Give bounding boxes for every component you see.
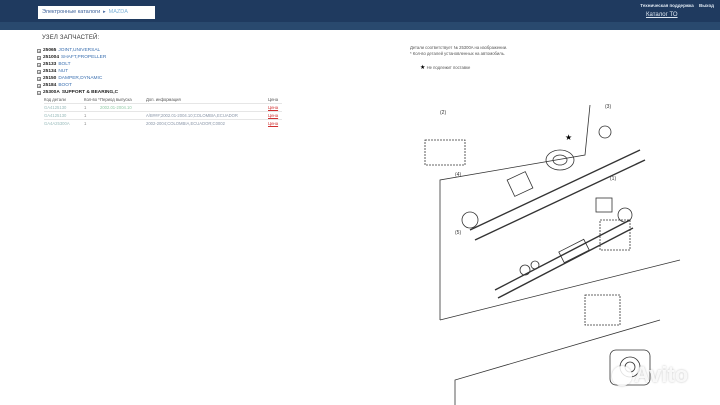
tree-item-name[interactable]: JOINT,UNIVERSAL [58, 47, 100, 54]
header-quantity: Кол-во * [84, 97, 100, 102]
note-line: * Кол-во деталей установленных на автомо… [410, 51, 506, 56]
tree-item-code: 25134 [43, 69, 57, 74]
quantity: 1 [84, 121, 87, 126]
propeller-shaft-upper [469, 149, 641, 231]
collapse-icon[interactable]: − [37, 90, 41, 95]
callout-label[interactable]: (3) [605, 104, 611, 110]
tree-item-code: 25300A [43, 90, 60, 95]
part-number[interactable]: GA4A25300A [44, 121, 84, 126]
callout-box [599, 219, 631, 251]
ring [519, 264, 531, 276]
tree-item[interactable]: +25065 JOINT,UNIVERSAL [37, 47, 118, 54]
quantity: 1 [84, 113, 87, 118]
table-header: Код детали Кол-во * Период выпуска Доп. … [44, 96, 282, 103]
callout-label[interactable]: (4) [455, 172, 461, 178]
avito-watermark: Avito [612, 362, 688, 388]
expand-icon[interactable]: + [37, 62, 41, 67]
tree-item[interactable]: +25133 BOLT [37, 61, 118, 68]
tree-item-code: 251004 [43, 55, 60, 60]
callout-box [424, 139, 466, 166]
legend: ★ Не подлежит поставке [420, 64, 470, 71]
header-period: Период выпуска [100, 97, 132, 102]
expand-icon[interactable]: + [37, 55, 41, 60]
breadcrumb: Электронные каталоги ▸ MAZDA [38, 6, 155, 19]
part-number[interactable]: GA4125130 [44, 105, 84, 110]
tree-item-name[interactable]: BOLT [58, 61, 70, 68]
propeller-shaft-upper [474, 159, 646, 241]
callout-label[interactable]: (2) [440, 110, 446, 116]
tree-item-code: 25065 [43, 48, 57, 53]
expand-icon[interactable]: + [37, 83, 41, 88]
breadcrumb-electronic-catalogs[interactable]: Электронные каталоги [42, 9, 100, 15]
expand-icon[interactable]: + [37, 48, 41, 53]
tree-item[interactable]: +25134 NUT [37, 68, 118, 75]
parts-tree: +25065 JOINT,UNIVERSAL +251004 SHAFT,PROPE… [37, 47, 118, 96]
support-link[interactable]: Техническая поддержка [640, 3, 693, 8]
shaft-tube [506, 171, 534, 197]
quantity: 1 [84, 105, 87, 110]
diagram-notes: Детали соответствует № 25300A на изображ… [410, 45, 507, 57]
parts-table: Код детали Кол-во * Период выпуска Доп. … [44, 96, 282, 127]
price-link[interactable]: Цена [268, 121, 282, 126]
tree-item[interactable]: +251004 SHAFT,PROPELLER [37, 54, 118, 61]
table-row: GA4125130 1 A/B###;2002.01-2004.10;COLOM… [44, 111, 282, 119]
parts-diagram[interactable]: (2) (4) (5) (1) (3) ★ [400, 80, 720, 405]
watermark-text: Avito [634, 362, 689, 387]
propeller-shaft-lower [494, 219, 631, 291]
callout-label[interactable]: (5) [455, 230, 461, 236]
tree-item-code: 25184 [43, 83, 57, 88]
callout-label[interactable]: (1) [610, 176, 616, 182]
star-icon: ★ [565, 133, 572, 142]
logout-link[interactable]: Выход [699, 3, 714, 8]
part-number[interactable]: GA4125130 [44, 113, 84, 118]
tree-item-name[interactable]: BOOT [58, 82, 72, 89]
expand-icon[interactable]: + [37, 76, 41, 81]
tree-item-name[interactable]: SHAFT,PROPELLER [61, 54, 106, 61]
ring [530, 260, 540, 270]
tree-item-selected[interactable]: −25300A SUPPORT & BEARING,C [37, 89, 118, 96]
expand-icon[interactable]: + [37, 69, 41, 74]
tree-item-name[interactable]: NUT [58, 68, 68, 75]
avito-logo-icon [612, 366, 632, 387]
tree-item[interactable]: +25184 BOOT [37, 82, 118, 89]
period: 2002.01-2004.10 [100, 105, 132, 110]
tree-item[interactable]: +25150 DAMPER,DYNAMIC [37, 75, 118, 82]
flange [461, 211, 479, 229]
tree-item-name[interactable]: SUPPORT & BEARING,C [62, 89, 118, 96]
top-navigation-bar: Электронные каталоги ▸ MAZDA Техническая п… [0, 0, 720, 22]
tree-item-code: 25150 [43, 76, 57, 81]
header-stripe [0, 22, 720, 30]
header-part-number: Код детали [44, 97, 66, 102]
catalog-to-link[interactable]: Каталог ТО [646, 12, 678, 18]
star-icon: ★ [420, 65, 426, 71]
tree-item-code: 25133 [43, 62, 57, 67]
legend-text: Не подлежит поставке [426, 65, 471, 70]
bolt-box [595, 197, 613, 213]
info: 2002-2004;COLOMBIA,ECUADOR;C0002 [146, 121, 225, 126]
info: A/B###;2002.01-2004.10;COLOMBIA,ECUADOR [146, 113, 238, 118]
table-row: GA4125130 1 2002.01-2004.10 Цена [44, 103, 282, 111]
page-title: УЗЕЛ ЗАПЧАСТЕЙ: [42, 35, 100, 41]
callout-box [584, 294, 621, 326]
header-price: Цена [268, 97, 279, 102]
diagram-frame [439, 259, 681, 321]
price-link[interactable]: Цена [268, 113, 282, 118]
breadcrumb-mazda[interactable]: MAZDA [109, 9, 128, 15]
top-right-links: Техническая поддержка Выход [636, 3, 714, 8]
header-info: Доп. информация [146, 97, 181, 102]
center-bearing [545, 149, 575, 171]
universal-joint [598, 125, 612, 139]
propeller-shaft-lower [497, 227, 634, 299]
table-row: GA4A25300A 1 2002-2004;COLOMBIA,ECUADOR;… [44, 119, 282, 127]
chevron-right-icon: ▸ [103, 9, 106, 15]
price-link[interactable]: Цена [268, 105, 282, 110]
tree-item-name[interactable]: DAMPER,DYNAMIC [58, 75, 102, 82]
